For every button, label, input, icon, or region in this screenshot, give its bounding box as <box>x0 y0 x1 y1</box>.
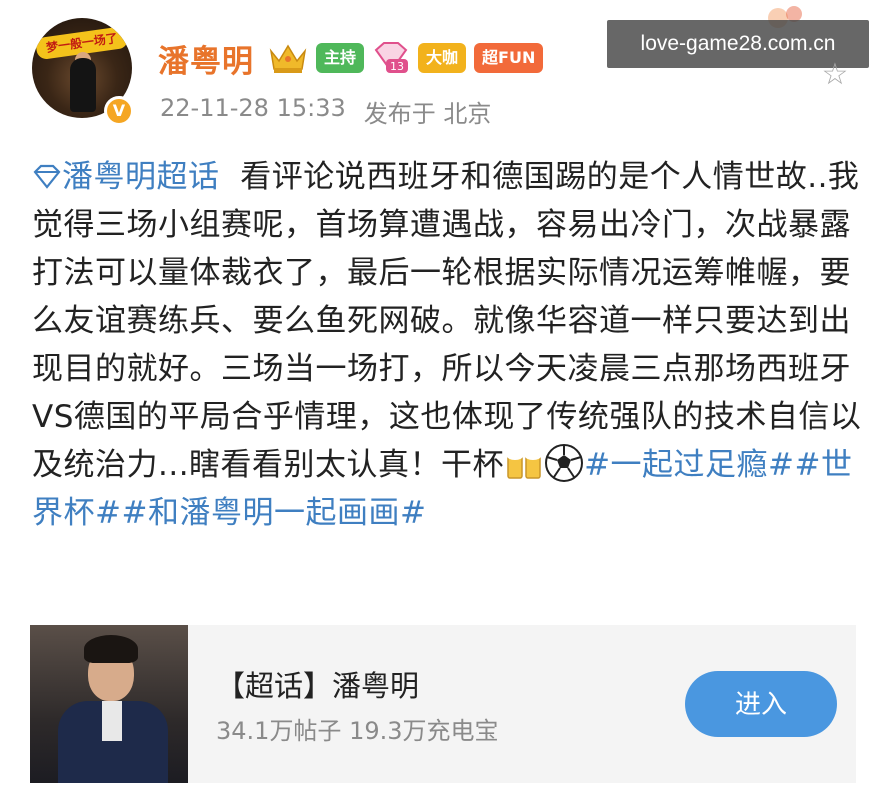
soccer-ball-emoji-icon <box>545 444 584 482</box>
post-meta: 22-11-28 15:33 发布于 北京 <box>160 94 491 129</box>
card-stats: 34.1万帖子 19.3万充电宝 <box>216 717 499 745</box>
card-photo <box>30 625 188 783</box>
super-fun-tag[interactable]: 超FUN <box>474 43 544 73</box>
super-topic-link[interactable]: 潘粤明超话 <box>62 159 220 195</box>
enter-button[interactable]: 进入 <box>685 671 837 737</box>
user-name[interactable]: 潘粤明 <box>158 36 254 81</box>
bigshot-tag[interactable]: 大咖 <box>418 43 467 73</box>
post-text: 看评论说西班牙和德国踢的是个人情世故..我觉得三场小组赛呢，首场算遭遇战，容易出… <box>32 159 862 483</box>
avatar-figure-body <box>70 58 96 112</box>
diamond-topic-icon <box>33 164 61 189</box>
beer-emoji-icon <box>507 452 542 479</box>
level-gem-icon[interactable]: 13 <box>372 41 410 75</box>
name-row: 潘粤明 主持 13 大咖 超FUN <box>158 36 544 81</box>
crown-icon <box>268 41 308 75</box>
level-number: 13 <box>390 60 404 73</box>
hashtag-lead[interactable]: # <box>584 447 610 483</box>
card-title: 【超话】潘粤明 <box>216 669 420 703</box>
post-content: 潘粤明超话 看评论说西班牙和德国踢的是个人情世故..我觉得三场小组赛呢，首场算遭… <box>32 153 862 537</box>
favorite-star-icon[interactable]: ☆ <box>818 58 852 92</box>
user-avatar[interactable]: 梦一般一场了 V <box>32 18 134 128</box>
photo-figure-hair <box>84 635 138 663</box>
photo-figure-shirt <box>102 701 122 741</box>
verified-badge: V <box>104 96 134 126</box>
post-timestamp: 22-11-28 15:33 <box>160 94 346 122</box>
host-tag[interactable]: 主持 <box>316 43 365 73</box>
super-topic-card[interactable]: 【超话】潘粤明 34.1万帖子 19.3万充电宝 进入 <box>30 625 856 783</box>
post-location: 发布于 北京 <box>363 100 492 128</box>
